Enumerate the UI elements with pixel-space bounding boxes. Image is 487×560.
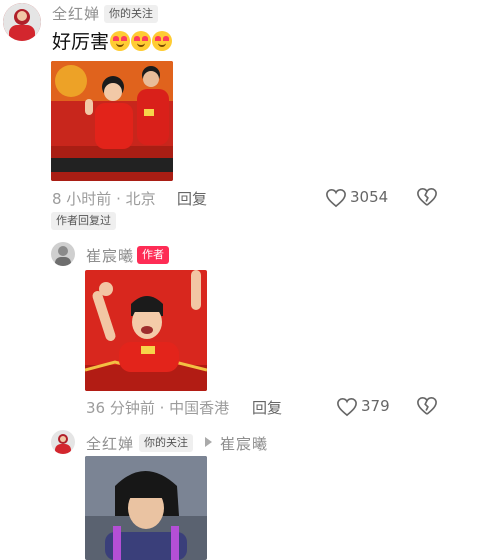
comment-text-content: 好厉害 — [52, 31, 110, 53]
comment-text: 好厉害 — [52, 30, 173, 54]
comment-username[interactable]: 全红婵 — [52, 3, 100, 24]
author-tag: 作者 — [137, 246, 169, 264]
cheering-photo — [85, 270, 207, 391]
heart-eyes-emoji — [110, 31, 131, 51]
athletes-photo — [51, 61, 173, 181]
reply-button[interactable]: 回复 — [252, 397, 282, 418]
reply-button[interactable]: 回复 — [177, 188, 207, 209]
heart-eyes-emoji — [152, 31, 173, 51]
like-count: 3054 — [350, 188, 389, 206]
like-button[interactable]: 379 — [336, 396, 392, 418]
author-replied-badge: 作者回复过 — [51, 212, 116, 230]
comment-time-location: 8 小时前 · 北京 — [52, 190, 156, 208]
avatar-image — [51, 242, 75, 266]
reply-username[interactable]: 全红婵 — [86, 433, 134, 454]
reply-time-location: 36 分钟前 · 中国香港 — [86, 399, 230, 417]
avatar-image — [51, 430, 75, 454]
follow-tag: 你的关注 — [104, 5, 158, 23]
heart-icon — [326, 188, 346, 208]
follow-tag: 你的关注 — [139, 434, 193, 452]
reply-arrow-icon — [205, 437, 212, 447]
like-count: 379 — [361, 397, 390, 415]
like-button[interactable]: 3054 — [325, 187, 391, 209]
portrait-photo — [85, 456, 207, 560]
reply-to-username[interactable]: 崔宸曦 — [220, 433, 268, 454]
broken-heart-icon — [417, 187, 437, 206]
reply-image[interactable] — [85, 456, 207, 560]
avatar[interactable] — [3, 3, 41, 41]
reply-username[interactable]: 崔宸曦 — [86, 245, 134, 266]
avatar-image — [3, 3, 41, 41]
reply-avatar[interactable] — [51, 430, 75, 454]
reply-image[interactable] — [85, 270, 207, 391]
heart-icon — [337, 397, 357, 417]
comment-image[interactable] — [51, 61, 173, 181]
reply-avatar[interactable] — [51, 242, 75, 266]
dislike-button[interactable] — [416, 187, 438, 209]
heart-eyes-emoji — [131, 31, 152, 51]
dislike-button[interactable] — [416, 396, 438, 418]
broken-heart-icon — [417, 396, 437, 415]
